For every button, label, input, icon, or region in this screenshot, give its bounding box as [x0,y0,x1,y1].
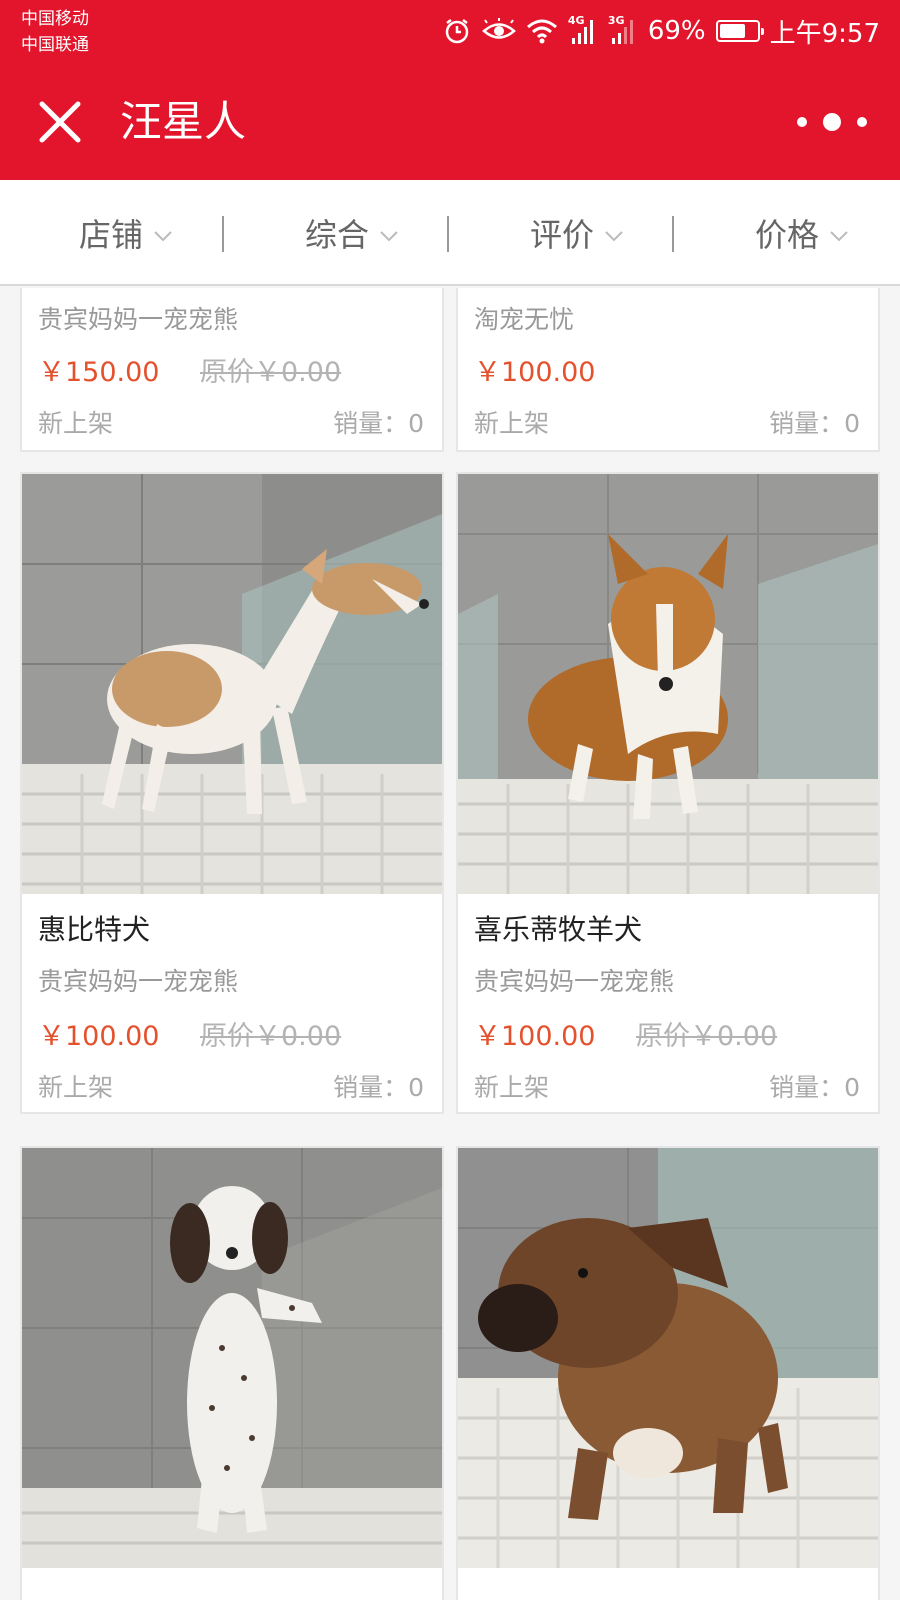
page-title: 汪星人 [120,97,247,146]
product-card[interactable]: 喜乐蒂牧羊犬 贵宾妈妈一宠宠熊 ￥100.00 原价￥0.00 新上架 销量：0 [456,472,880,1114]
product-card[interactable]: 惠比特犬 贵宾妈妈一宠宠熊 ￥100.00 原价￥0.00 新上架 销量：0 [20,472,444,1114]
signal-icon-2: 3G [607,14,638,46]
product-price: ￥100.00 [38,1021,160,1052]
more-icon [797,113,867,131]
app-header: 中国移动 中国联通 4G 3G 69% 上午9:57 汪星人 [0,0,900,180]
product-price: ￥150.00 [38,357,160,388]
battery-icon [715,20,764,42]
product-shop: 淘宠无忧 [474,305,575,334]
product-card[interactable]: 贵宾妈妈一宠宠熊 ￥150.00 原价￥0.00 新上架 销量：0 [20,288,444,452]
product-sales: 销量：0 [333,409,424,438]
close-button[interactable] [34,96,86,148]
product-price: ￥100.00 [474,1021,596,1052]
chevron-down-icon [830,231,848,242]
filter-price[interactable]: 价格 [755,180,849,286]
product-original-price: 原价￥0.00 [200,1021,342,1052]
filter-divider [672,216,674,252]
filter-overall[interactable]: 综合 [305,180,399,286]
filter-price-label: 价格 [755,216,820,254]
product-card[interactable] [20,1146,444,1600]
chevron-down-icon [605,231,623,242]
carrier-info: 中国移动 中国联通 [21,6,89,58]
product-shop: 贵宾妈妈一宠宠熊 [474,967,675,996]
filter-shop[interactable]: 店铺 [79,180,173,286]
network-type-2: 3G [607,14,625,27]
product-grid: 贵宾妈妈一宠宠熊 ￥150.00 原价￥0.00 新上架 销量：0 淘宠无忧 ￥… [0,288,900,1600]
battery-fill [719,24,745,38]
filter-rating[interactable]: 评价 [530,180,624,286]
product-image-whippet[interactable] [22,474,442,894]
filter-shop-label: 店铺 [79,216,144,254]
network-type-1: 4G [567,14,585,27]
filter-overall-label: 综合 [305,216,370,254]
product-tag: 新上架 [38,409,114,438]
product-tag: 新上架 [474,1073,550,1102]
clock: 上午9:57 [769,18,880,49]
filter-divider [447,216,449,252]
product-image-bulldog[interactable] [458,1148,878,1568]
product-name: 喜乐蒂牧羊犬 [474,913,643,946]
product-shop: 贵宾妈妈一宠宠熊 [38,967,239,996]
product-card[interactable] [456,1146,880,1600]
product-original-price: 原价￥0.00 [636,1021,778,1052]
eye-icon [481,18,516,44]
product-original-price: 原价￥0.00 [200,357,342,388]
battery-percent: 69% [647,16,706,46]
product-price: ￥100.00 [474,357,596,388]
product-sales: 销量：0 [769,1073,860,1102]
product-tag: 新上架 [474,409,550,438]
chevron-down-icon [154,231,172,242]
product-sales: 销量：0 [333,1073,424,1102]
wifi-icon [526,18,558,44]
more-button[interactable] [790,100,874,144]
status-bar-right: 4G 3G 69% 上午9:57 [442,12,880,50]
product-sales: 销量：0 [769,409,860,438]
carrier-2: 中国联通 [21,35,89,55]
filter-divider [222,216,224,252]
filter-bar: 店铺 综合 评价 价格 [0,180,900,286]
product-shop: 贵宾妈妈一宠宠熊 [38,305,239,334]
product-name: 惠比特犬 [38,913,151,946]
product-image-sheltie[interactable] [458,474,878,894]
chevron-down-icon [380,231,398,242]
filter-rating-label: 评价 [530,216,595,254]
product-image-spaniel[interactable] [22,1148,442,1568]
product-card[interactable]: 淘宠无忧 ￥100.00 新上架 销量：0 [456,288,880,452]
signal-icon: 4G [567,14,598,46]
alarm-icon [442,16,472,46]
product-tag: 新上架 [38,1073,114,1102]
close-icon [39,101,81,143]
carrier-1: 中国移动 [21,9,89,29]
